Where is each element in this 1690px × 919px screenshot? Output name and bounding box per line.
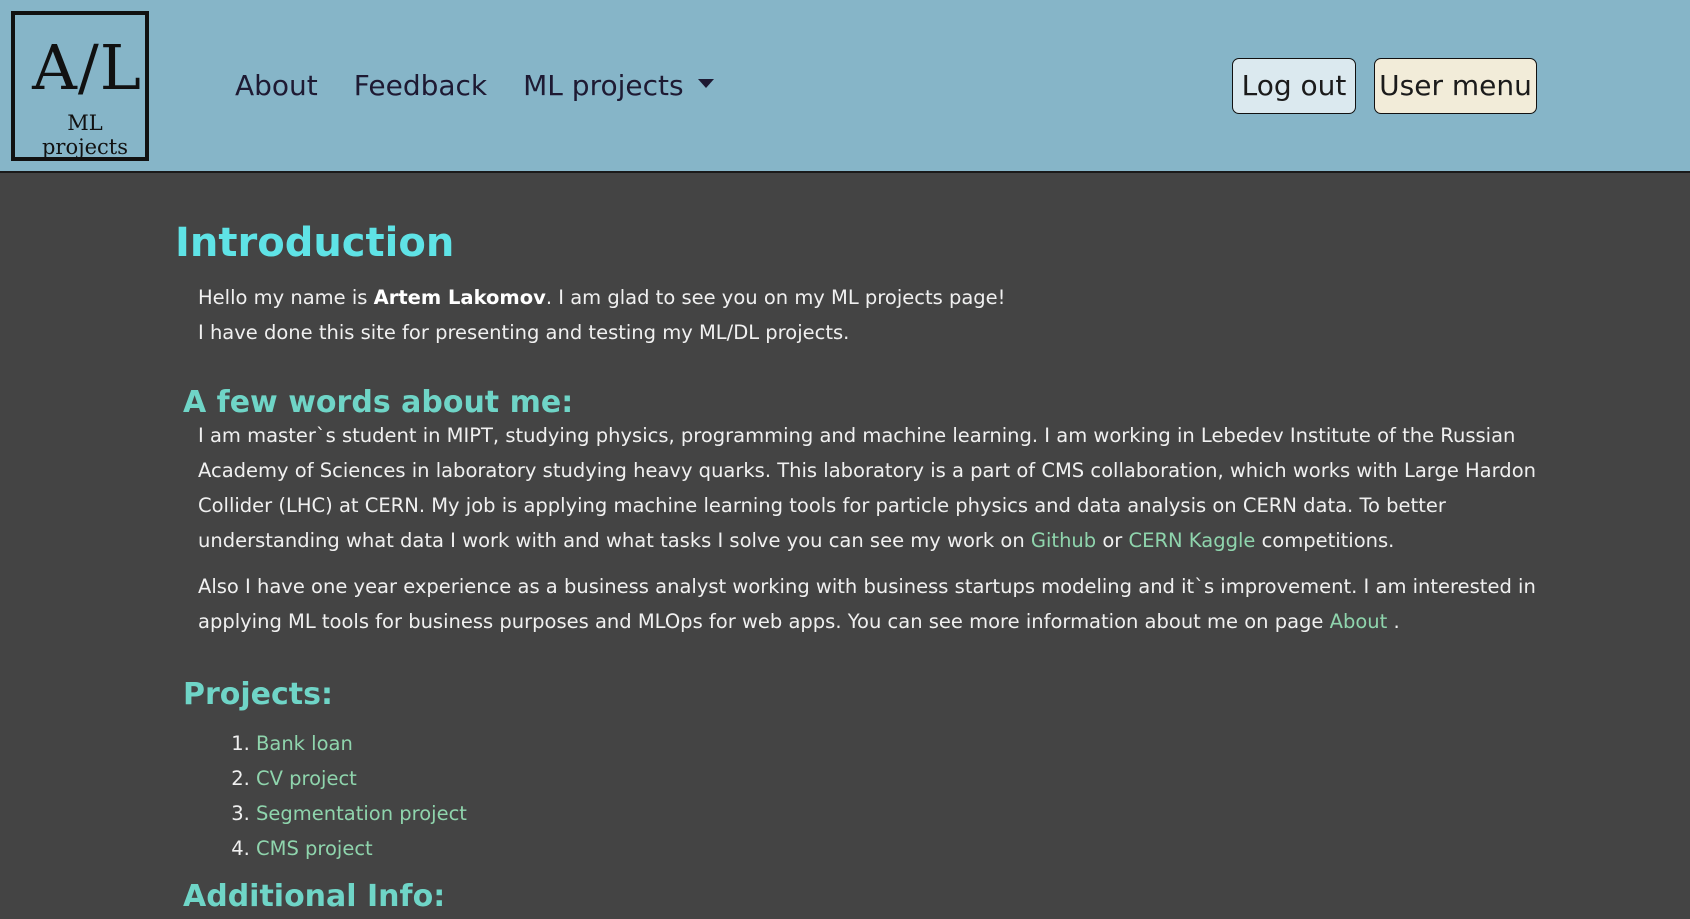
project-link-cv[interactable]: CV project	[256, 767, 357, 790]
caret-down-icon	[697, 79, 714, 88]
project-link-cms[interactable]: CMS project	[256, 837, 373, 860]
intro-line1-pre: Hello my name is	[198, 286, 374, 309]
nav-about-link[interactable]: About	[235, 66, 318, 106]
project-link-segmentation[interactable]: Segmentation project	[256, 802, 467, 825]
main-nav: About Feedback ML projects	[235, 66, 714, 106]
page-title: Introduction	[175, 220, 455, 266]
list-item: CMS project	[256, 831, 467, 866]
logout-button[interactable]: Log out	[1232, 58, 1356, 114]
about-me-or: or	[1096, 529, 1129, 552]
logo-subtitle: ML projects	[41, 111, 129, 159]
navbar: A/L ML projects About Feedback ML projec…	[0, 0, 1690, 173]
about-me-paragraph-2: Also I have one year experience as a bus…	[198, 569, 1538, 639]
about-me-text-1-end: competitions.	[1255, 529, 1395, 552]
about-page-link[interactable]: About	[1330, 610, 1388, 633]
github-link[interactable]: Github	[1031, 529, 1096, 552]
list-item: Segmentation project	[256, 796, 467, 831]
cern-kaggle-link[interactable]: CERN Kaggle	[1129, 529, 1256, 552]
intro-line1-post: . I am glad to see you on my ML projects…	[545, 286, 1006, 309]
additional-info-heading: Additional Info:	[183, 879, 446, 914]
intro-line2: I have done this site for presenting and…	[198, 321, 850, 344]
nav-ml-projects-dropdown[interactable]: ML projects	[523, 66, 714, 106]
about-me-heading: A few words about me:	[183, 385, 574, 420]
projects-heading: Projects:	[183, 677, 333, 712]
user-menu-button[interactable]: User menu	[1374, 58, 1537, 114]
list-item: Bank loan	[256, 726, 467, 761]
about-me-paragraph-1: I am master`s student in MIPT, studying …	[198, 418, 1538, 558]
site-logo[interactable]: A/L ML projects	[11, 11, 149, 161]
main-content: Introduction Hello my name is Artem Lako…	[0, 175, 1690, 919]
nav-ml-projects-label: ML projects	[523, 69, 684, 102]
project-link-bank-loan[interactable]: Bank loan	[256, 732, 353, 755]
author-name: Artem Lakomov	[373, 286, 546, 309]
list-item: CV project	[256, 761, 467, 796]
projects-list: Bank loan CV project Segmentation projec…	[198, 726, 467, 866]
about-me-text-2-end: .	[1387, 610, 1400, 633]
logo-mark: A/L	[32, 31, 142, 104]
nav-feedback-link[interactable]: Feedback	[354, 66, 487, 106]
intro-paragraph: Hello my name is Artem Lakomov. I am gla…	[198, 280, 1538, 350]
